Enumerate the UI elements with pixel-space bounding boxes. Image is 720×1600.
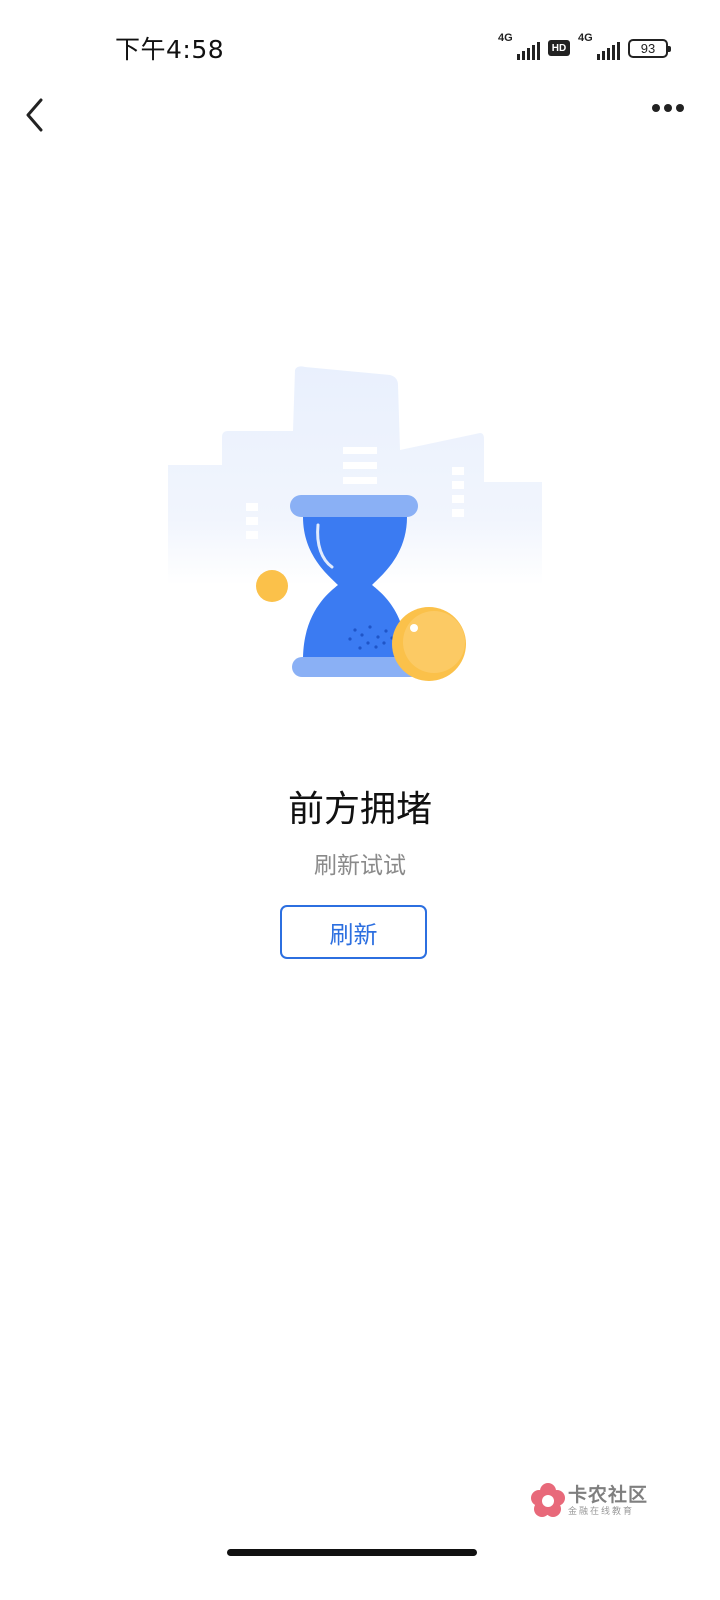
signal-icon-sim2: 4G (578, 32, 620, 60)
hourglass-illustration (150, 355, 570, 700)
watermark-logo: 卡农社区 金融在线教育 (530, 1480, 680, 1520)
home-indicator[interactable] (227, 1549, 477, 1556)
flower-logo-icon (531, 1483, 565, 1517)
network-type-label: 4G (498, 32, 513, 44)
error-title: 前方拥堵 (287, 789, 432, 830)
network-type-label: 4G (578, 32, 593, 44)
hd-icon: HD (548, 40, 570, 56)
status-icons: 4G HD 4G 93 (498, 32, 671, 62)
signal-icon-sim1: 4G (498, 32, 540, 60)
more-horizontal-icon (652, 104, 684, 112)
chevron-left-icon (26, 98, 43, 132)
refresh-button[interactable]: 刷新 (280, 905, 427, 959)
watermark-name: 卡农社区 (568, 1484, 649, 1506)
status-time: 下午4:58 (115, 35, 225, 64)
error-subtitle: 刷新试试 (314, 853, 406, 879)
back-button[interactable] (14, 88, 58, 132)
nav-bar (0, 80, 720, 140)
watermark-tagline: 金融在线教育 (568, 1507, 635, 1517)
more-button[interactable] (650, 96, 690, 120)
battery-icon: 93 (628, 38, 671, 58)
